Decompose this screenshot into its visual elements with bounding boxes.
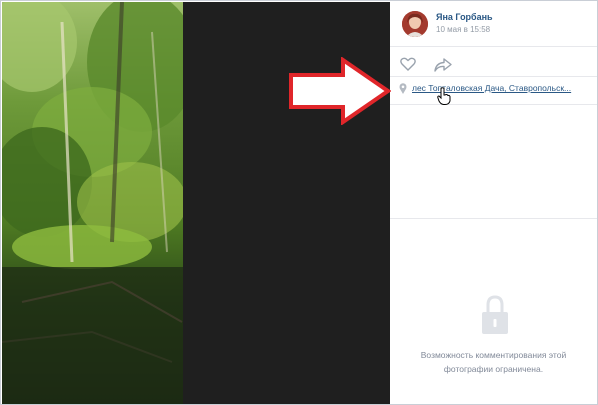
- post-info-panel: Яна Горбань 10 мая в 15:58 лес Топталовс…: [390, 2, 597, 404]
- forest-photo[interactable]: [2, 2, 183, 404]
- comments-restricted-line: фотографии ограничена.: [443, 364, 544, 374]
- forest-photo-image: [2, 2, 183, 404]
- comments-restricted-line: Возможность комментирования этой: [420, 350, 567, 360]
- location-pin-icon: [399, 83, 407, 94]
- lock-icon: [482, 295, 508, 334]
- divider: [390, 104, 597, 105]
- share-arrow-icon[interactable]: [434, 58, 452, 72]
- divider: [390, 218, 597, 219]
- heart-outline-icon[interactable]: [400, 57, 416, 71]
- comments-restricted-message: Возможность комментирования этой фотогра…: [410, 348, 577, 376]
- hand-pointer-cursor: [437, 87, 451, 105]
- divider: [390, 76, 597, 77]
- red-arrow-annotation: [289, 57, 391, 125]
- divider: [390, 46, 597, 47]
- photo-viewer: Яна Горбань 10 мая в 15:58 лес Топталовс…: [0, 0, 598, 405]
- author-name[interactable]: Яна Горбань: [436, 12, 493, 22]
- author-avatar[interactable]: [402, 11, 428, 37]
- post-date[interactable]: 10 мая в 15:58: [436, 25, 490, 34]
